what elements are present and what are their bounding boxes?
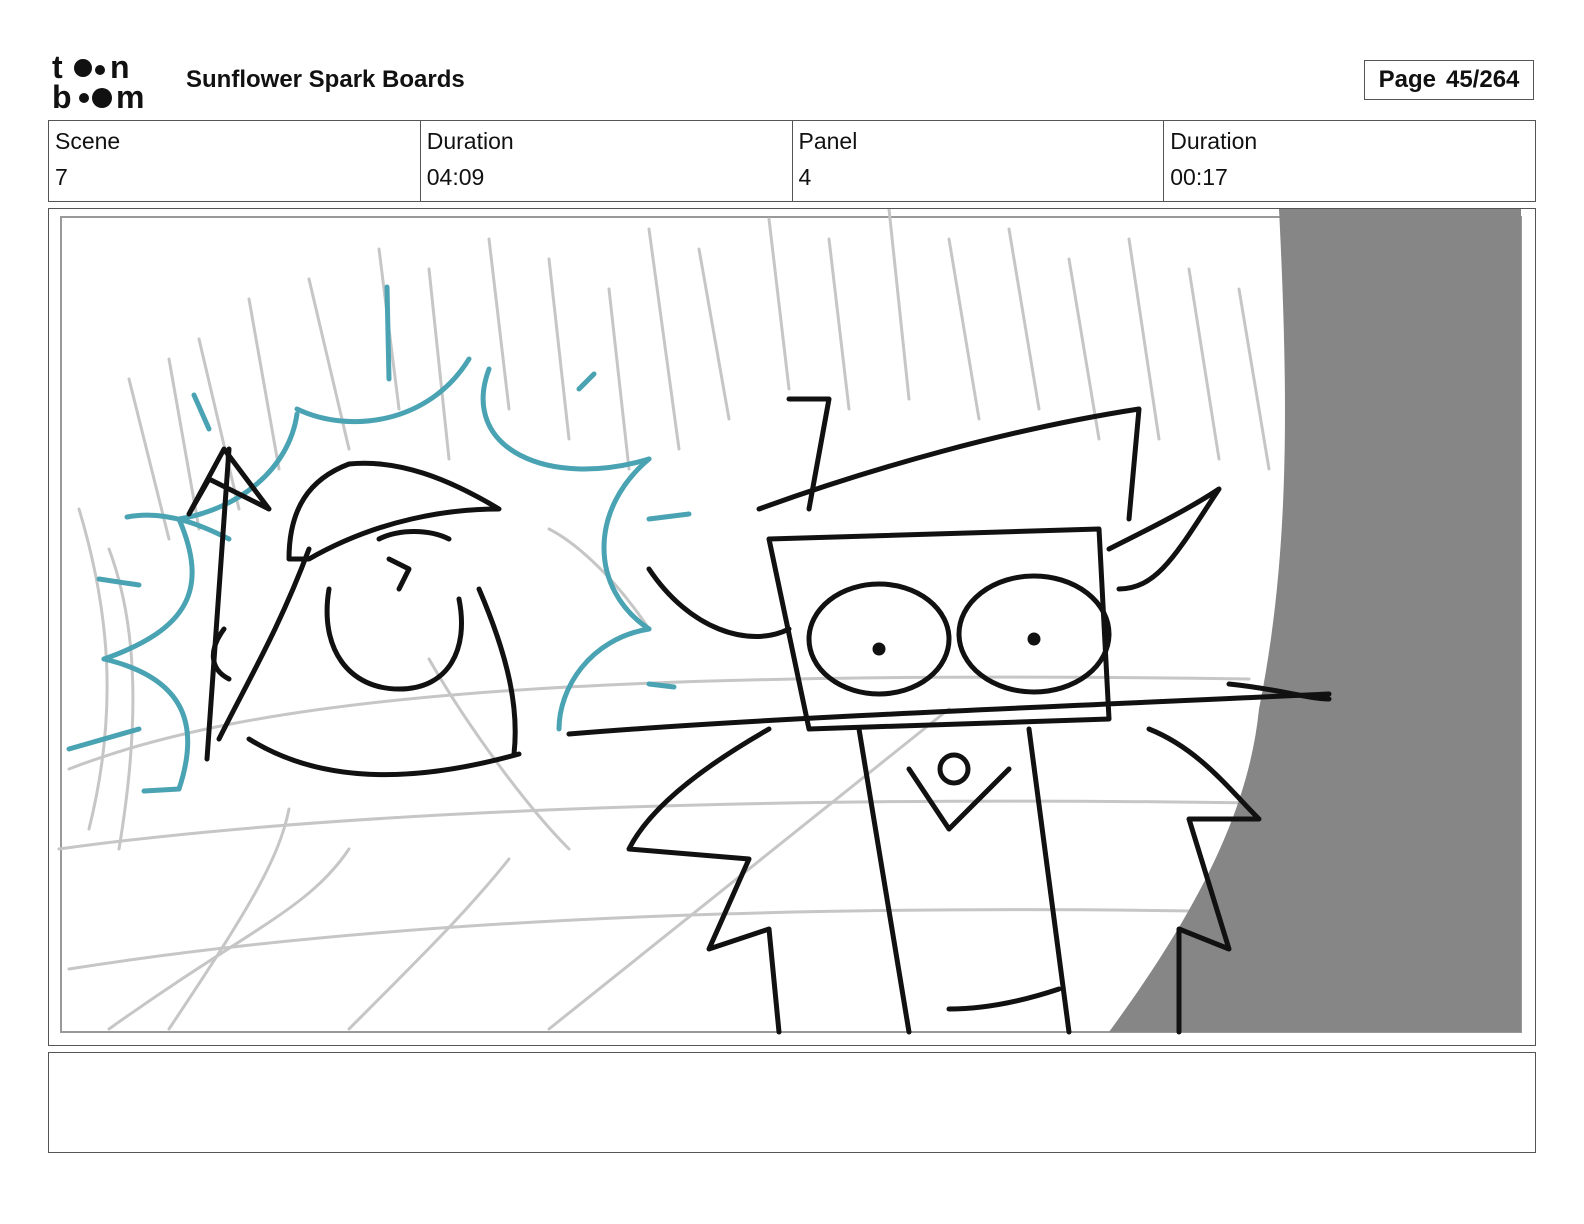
- scene-cell: Scene 7: [49, 121, 421, 201]
- panel-duration-value: 00:17: [1170, 164, 1228, 190]
- scene-duration-value: 04:09: [426, 164, 485, 190]
- scene-label: Scene: [55, 128, 121, 154]
- page-value: 45/264: [1445, 66, 1520, 93]
- panel-duration-cell: Duration 00:17: [1164, 121, 1535, 201]
- project-title: Sunflower Spark Boards: [186, 66, 465, 93]
- scene-duration-cell: Duration 04:09: [421, 121, 793, 201]
- svg-text:m: m: [116, 79, 144, 114]
- storyboard-panel-image: [48, 208, 1536, 1046]
- page-label: Page: [1378, 66, 1436, 93]
- toonboom-logo: t n b m: [50, 49, 166, 115]
- scene-value: 7: [55, 164, 68, 190]
- svg-text:b: b: [52, 79, 72, 114]
- panel-value: 4: [798, 164, 812, 190]
- panel-label: Panel: [798, 128, 858, 154]
- panel-notes-box: [48, 1052, 1536, 1153]
- page-indicator: Page 45/264: [1364, 60, 1534, 100]
- storyboard-sketch-icon: [57, 209, 1522, 1035]
- panel-info-table: Scene 7 Duration 04:09 Panel 4 Duration …: [48, 120, 1536, 202]
- scene-duration-label: Duration: [426, 128, 514, 154]
- panel-cell: Panel 4: [793, 121, 1165, 201]
- panel-duration-label: Duration: [1170, 128, 1258, 154]
